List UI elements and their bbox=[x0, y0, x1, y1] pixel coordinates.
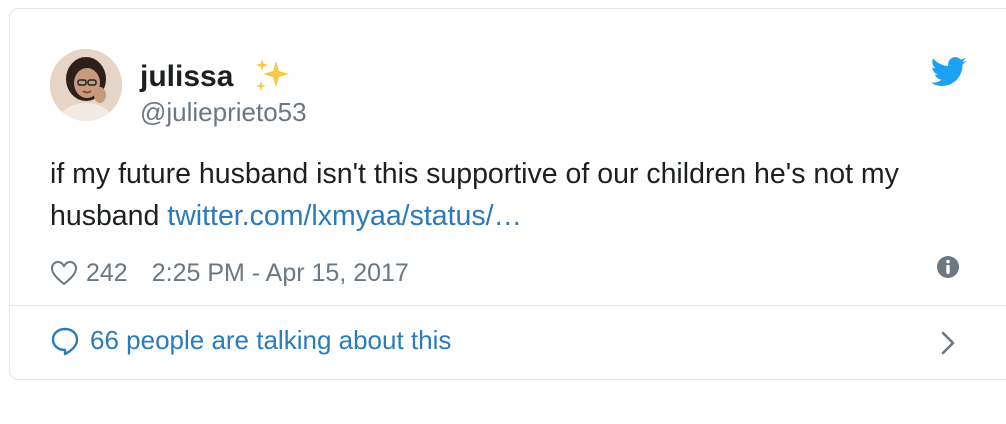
tweet-text: if my future husband isn't this supporti… bbox=[50, 153, 980, 237]
avatar[interactable] bbox=[50, 49, 122, 121]
speech-bubble-icon bbox=[51, 327, 79, 355]
talking-about-label[interactable]: 66 people are talking about this bbox=[90, 325, 451, 356]
talking-about-link[interactable]: 66 people are talking about this bbox=[50, 325, 451, 356]
like-count[interactable]: 242 bbox=[86, 259, 128, 288]
sparkles-icon bbox=[256, 59, 289, 91]
tweet-link[interactable]: twitter.com/lxmyaa/status/… bbox=[167, 200, 522, 232]
heart-icon[interactable] bbox=[50, 260, 78, 286]
chevron-right-icon[interactable] bbox=[936, 329, 960, 357]
divider bbox=[10, 305, 1006, 306]
tweet-meta: 242 2:25 PM - Apr 15, 2017 bbox=[50, 253, 409, 293]
twitter-bird-icon[interactable] bbox=[931, 57, 967, 87]
timestamp[interactable]: 2:25 PM - Apr 15, 2017 bbox=[152, 259, 409, 288]
display-name[interactable]: julissa bbox=[140, 60, 233, 94]
user-handle[interactable]: @julieprieto53 bbox=[140, 97, 307, 127]
tweet-card[interactable]: julissa @julieprieto53 if my future husb… bbox=[9, 8, 1006, 380]
info-icon[interactable] bbox=[936, 255, 960, 279]
